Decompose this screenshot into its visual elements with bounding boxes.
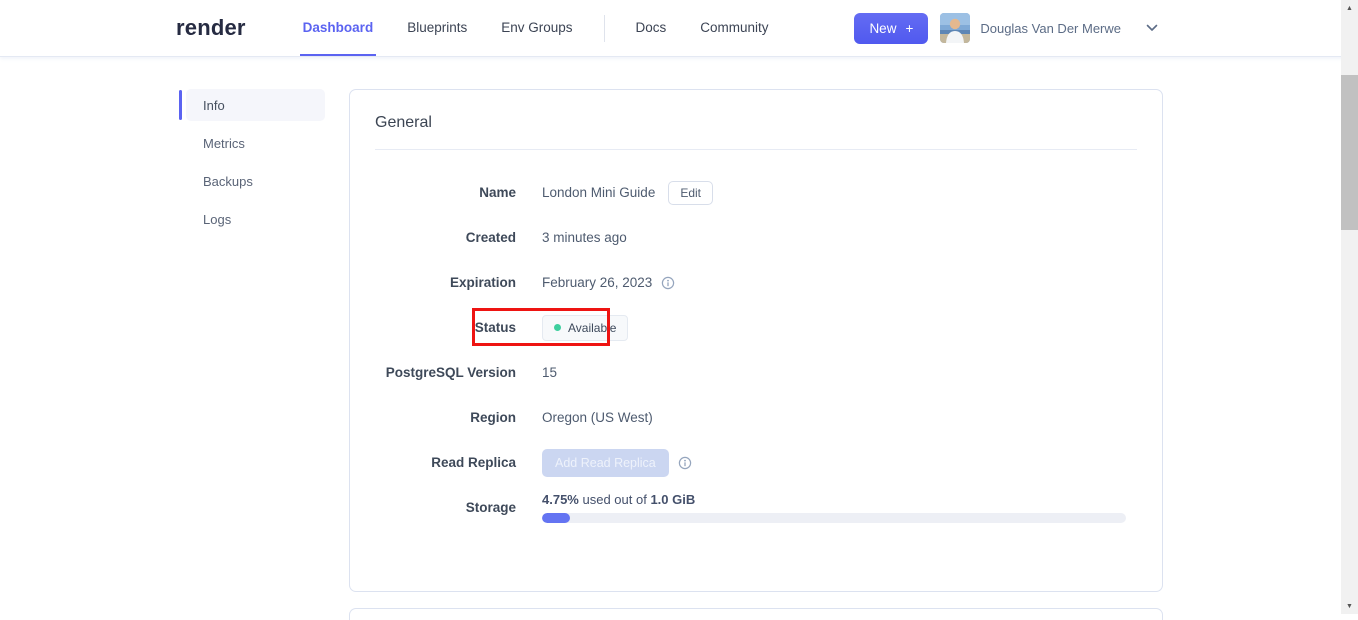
sidebar-item-backups[interactable]: Backups [186,165,325,197]
user-name[interactable]: Douglas Van Der Merwe [980,21,1121,36]
info-icon[interactable] [661,276,675,290]
active-indicator-bar [179,90,182,120]
edit-name-button[interactable]: Edit [668,180,714,205]
row-created: Created 3 minutes ago [375,215,1137,260]
chevron-down-icon[interactable] [1146,24,1158,32]
version-value: 15 [542,365,558,380]
storage-progress-bar [542,513,1126,523]
sidebar-item-metrics[interactable]: Metrics [186,127,325,159]
nav-item-community[interactable]: Community [697,0,771,56]
storage-progress-fill [542,513,570,523]
name-value: London Mini Guide [542,185,656,200]
nav-divider [603,14,605,42]
status-dot-icon [554,324,561,331]
top-nav-bar: render Dashboard Blueprints Env Groups D… [0,0,1358,57]
nav-item-docs[interactable]: Docs [633,0,670,56]
storage-usage-text: 4.75% used out of 1.0 GiB [542,492,1126,507]
nav-item-dashboard[interactable]: Dashboard [299,0,377,56]
row-status: Status Available [375,305,1137,350]
service-sidebar: Info Metrics Backups Logs [179,89,325,241]
storage-text-mid: used out of [578,492,651,507]
primary-nav: Dashboard Blueprints Env Groups Docs Com… [299,0,772,56]
new-button[interactable]: New + [854,12,929,44]
info-rows: Name London Mini Guide Edit Created 3 mi… [375,170,1137,530]
status-badge: Available [542,314,629,341]
info-icon[interactable] [678,456,692,470]
status-value: Available [568,320,617,335]
replica-label: Read Replica [431,455,516,470]
scroll-down-arrow-icon[interactable]: ▼ [1341,598,1358,614]
sidebar-item-label: Metrics [203,135,245,151]
card-title-divider [375,149,1137,150]
card-title: General [375,114,432,131]
scrollbar-thumb[interactable] [1341,75,1358,230]
render-logo[interactable]: render [176,15,246,41]
sidebar-item-label: Info [203,97,225,113]
sidebar-item-label: Logs [203,211,232,227]
storage-used-percent: 4.75% [542,492,579,507]
sidebar-item-info[interactable]: Info [179,89,325,121]
version-label: PostgreSQL Version [385,365,516,380]
created-label: Created [465,230,516,245]
avatar[interactable] [940,13,971,43]
sidebar-item-label: Backups [203,173,253,189]
next-card-edge [349,608,1163,620]
general-card: General Name London Mini Guide Edit Crea… [349,89,1163,592]
row-expiration: Expiration February 26, 2023 [375,260,1137,305]
header-right-group: New + Douglas Van Der Merwe [854,0,1158,56]
region-value: Oregon (US West) [542,410,653,425]
plus-icon: + [905,20,914,36]
region-label: Region [470,410,516,425]
storage-label: Storage [465,500,516,515]
sidebar-item-logs[interactable]: Logs [186,203,325,235]
nav-item-env-groups[interactable]: Env Groups [498,0,575,56]
name-label: Name [479,185,516,200]
row-postgresql-version: PostgreSQL Version 15 [375,350,1137,395]
scroll-up-arrow-icon[interactable]: ▲ [1341,0,1358,16]
storage-total: 1.0 GiB [650,492,696,507]
row-name: Name London Mini Guide Edit [375,170,1137,215]
avatar-image [940,13,971,43]
row-region: Region Oregon (US West) [375,395,1137,440]
add-read-replica-button[interactable]: Add Read Replica [542,448,669,477]
status-label: Status [474,320,516,335]
created-value: 3 minutes ago [542,230,627,245]
row-read-replica: Read Replica Add Read Replica [375,440,1137,485]
vertical-scrollbar[interactable]: ▲ ▼ [1341,0,1358,614]
new-button-label: New [869,20,897,36]
expiration-value: February 26, 2023 [542,275,653,290]
nav-item-blueprints[interactable]: Blueprints [404,0,470,56]
expiration-label: Expiration [449,275,516,290]
row-storage: Storage 4.75% used out of 1.0 GiB [375,485,1137,530]
